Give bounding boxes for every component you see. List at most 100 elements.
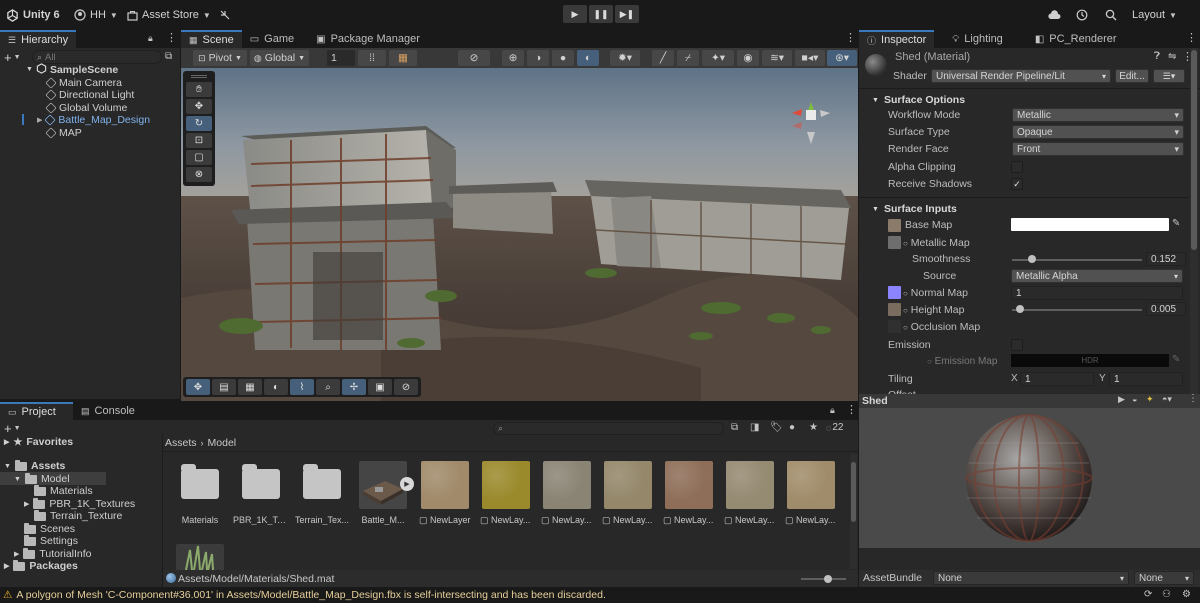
inspector-scrollbar[interactable] (1190, 48, 1198, 394)
asset-item[interactable]: ▢ NewLay... (783, 461, 839, 526)
tree-divider[interactable] (162, 433, 163, 587)
tab-package-manager[interactable]: ▣ Package Manager (308, 30, 428, 48)
component-tools-button[interactable]: ⊘ (394, 379, 418, 395)
cloud-button[interactable] (1047, 6, 1061, 24)
tree-settings[interactable]: Settings (24, 534, 78, 547)
create-button[interactable]: + ▼ (4, 50, 21, 65)
scale-tool-button[interactable]: ⊡ (186, 133, 212, 148)
asset-item[interactable]: ▢ NewLay... (539, 461, 595, 526)
project-scrollbar[interactable] (850, 454, 857, 569)
tree-favorites[interactable]: ▶ ★ Favorites (4, 436, 73, 448)
asset-item[interactable]: ▢ NewLayer (417, 461, 473, 526)
draw-mode-shaded-button[interactable]: ◐ (577, 50, 599, 66)
star-icon[interactable]: ★ (809, 422, 818, 433)
hierarchy-item-battle-map[interactable]: ▶ Battle_Map_Design (22, 113, 150, 126)
edit-shader-button[interactable]: Edit... (1115, 69, 1149, 83)
shader-dropdown[interactable]: Universal Render Pipeline/Lit ▾ (931, 69, 1111, 83)
more-options-icon[interactable]: ⋮ (846, 403, 857, 416)
asset-item[interactable]: ▢ NewLay... (600, 461, 656, 526)
tree-assets[interactable]: ▼ Assets (4, 459, 65, 472)
lighting-toggle-button[interactable]: ✹▾ (610, 50, 640, 66)
lock-icon[interactable]: 🔒︎ (148, 33, 153, 44)
orientation-overlay-button[interactable]: ✢ (342, 379, 366, 395)
tools-drag-handle[interactable] (191, 75, 207, 78)
smoothness-slider-handle[interactable] (1027, 255, 1036, 263)
scene-visibility-button[interactable]: ◉ (737, 50, 759, 66)
alpha-clipping-checkbox[interactable] (1011, 161, 1023, 173)
tab-hierarchy[interactable]: ☰ Hierarchy (0, 30, 77, 48)
smoothness-value-field[interactable]: 0.152 (1146, 252, 1186, 266)
scene-viewport[interactable]: ✋︎ ✥ ↻ ⊡ ▢ ⊗ ✥ ▤ ▦ ◐ ⌇ ⌕ ✢ ▣ ⊘ (181, 68, 858, 401)
snap-increment-button[interactable]: ⁞⁞ (358, 50, 386, 66)
sync-icon[interactable]: ⟳ (1144, 589, 1152, 600)
status-bar[interactable]: ⚠ A polygon of Mesh 'C-Component#36.001'… (0, 587, 1200, 603)
tiling-y-field[interactable]: 1 (1109, 372, 1183, 386)
tree-terrain-texture[interactable]: Terrain_Texture (34, 509, 122, 522)
filter-label-icon[interactable]: 🏷︎ (770, 422, 783, 433)
render-face-dropdown[interactable]: Front (1012, 142, 1184, 156)
unity-menu[interactable]: Unity 6 (6, 6, 60, 24)
base-map-color-field[interactable] (1011, 218, 1169, 231)
surface-inputs-header[interactable]: ▼ Surface Inputs (872, 203, 957, 215)
pause-button[interactable]: ❚❚ (589, 5, 613, 23)
asset-item-partial[interactable] (176, 544, 224, 570)
asset-bundle-variant-dropdown[interactable]: None ▾ (1134, 571, 1194, 585)
2d-toggle-button[interactable]: ╱ (652, 50, 674, 66)
hierarchy-search[interactable]: ⌕ All (32, 50, 162, 64)
more-options-icon[interactable]: ⋮ (1188, 393, 1198, 404)
move-tool-overlay-button[interactable]: ✥ (186, 379, 210, 395)
eyedropper-icon[interactable]: ✎ (1172, 354, 1180, 365)
occlusion-map-texture-slot[interactable] (888, 320, 901, 333)
metallic-map-texture-slot[interactable] (888, 236, 901, 249)
search-button[interactable] (1105, 6, 1117, 24)
project-scroll-thumb[interactable] (851, 462, 856, 522)
camera-overlay-button[interactable]: ▣ (368, 379, 392, 395)
asset-bundle-dropdown[interactable]: None ▾ (933, 571, 1129, 585)
emission-checkbox[interactable] (1011, 339, 1023, 351)
account-dropdown[interactable]: HH ▼ (74, 6, 118, 24)
global-dropdown[interactable]: ◍ Global ▼ (250, 50, 309, 66)
tree-tutorialinfo[interactable]: ▶ TutorialInfo (14, 547, 92, 560)
height-map-texture-slot[interactable] (888, 303, 901, 316)
asset-item[interactable]: Terrain_Tex... (294, 461, 350, 525)
filter-type-icon[interactable]: ◨ (750, 422, 759, 433)
inspector-scroll-thumb[interactable] (1191, 50, 1197, 250)
draw-mode-wire-button[interactable]: ⊕ (502, 50, 524, 66)
audio-toggle-button[interactable]: ⌿ (677, 50, 699, 66)
step-button[interactable]: ▶❚ (615, 5, 639, 23)
shape-dropdown-icon[interactable]: ◓▾ (1162, 394, 1172, 405)
normal-map-texture-slot[interactable] (888, 286, 901, 299)
rotate-tool-button[interactable]: ↻ (186, 116, 212, 131)
more-options-icon[interactable]: ⋮ (1186, 31, 1197, 44)
tree-scenes[interactable]: Scenes (24, 522, 75, 535)
asset-item[interactable]: ▢ NewLay... (722, 461, 778, 526)
tab-pc-renderer[interactable]: ◧ PC_Renderer (1027, 30, 1125, 48)
tiling-x-field[interactable]: 1 (1020, 372, 1094, 386)
tree-pbr-textures[interactable]: ▶ PBR_1K_Textures (24, 497, 135, 510)
emission-color-field[interactable]: HDR (1011, 354, 1169, 367)
surface-options-header[interactable]: ▼ Surface Options (872, 94, 965, 106)
layout-dropdown[interactable]: Layout ▼ (1132, 6, 1177, 24)
play-icon[interactable]: ▶ (1118, 394, 1125, 405)
base-map-texture-slot[interactable] (888, 219, 901, 232)
tab-inspector[interactable]: ⓘ Inspector (859, 30, 935, 48)
draw-mode-unlit-button[interactable]: ● (552, 50, 574, 66)
warning-filter-icon[interactable]: ● (789, 422, 795, 433)
asset-store-dropdown[interactable]: Asset Store ▼ (127, 6, 211, 24)
height-slider-track[interactable] (1012, 309, 1142, 311)
hierarchy-item-scene[interactable]: ▼ SampleScene (26, 62, 118, 76)
tab-game[interactable]: ▭ Game (242, 30, 302, 48)
hand-tool-button[interactable]: ✋︎ (186, 82, 212, 97)
network-icon[interactable]: ⚇ (1162, 589, 1171, 600)
transform-tool-button[interactable]: ⊗ (186, 167, 212, 182)
tool-settings-button[interactable]: ▤ (212, 379, 236, 395)
hierarchy-item-directional-light[interactable]: Directional Light (45, 88, 134, 101)
light-icon[interactable]: ✦ (1146, 394, 1154, 405)
sphere-icon[interactable]: ◒ (1132, 394, 1137, 404)
material-preview[interactable]: 🏷︎ (859, 408, 1200, 563)
breadcrumb-model[interactable]: Model (208, 437, 237, 449)
play-button[interactable]: ▶ (563, 5, 587, 23)
pivot-dropdown[interactable]: ⊡ Pivot ▼ (193, 50, 247, 66)
hierarchy-item-map[interactable]: MAP (45, 126, 82, 139)
source-dropdown[interactable]: Metallic Alpha ▾ (1011, 269, 1183, 283)
